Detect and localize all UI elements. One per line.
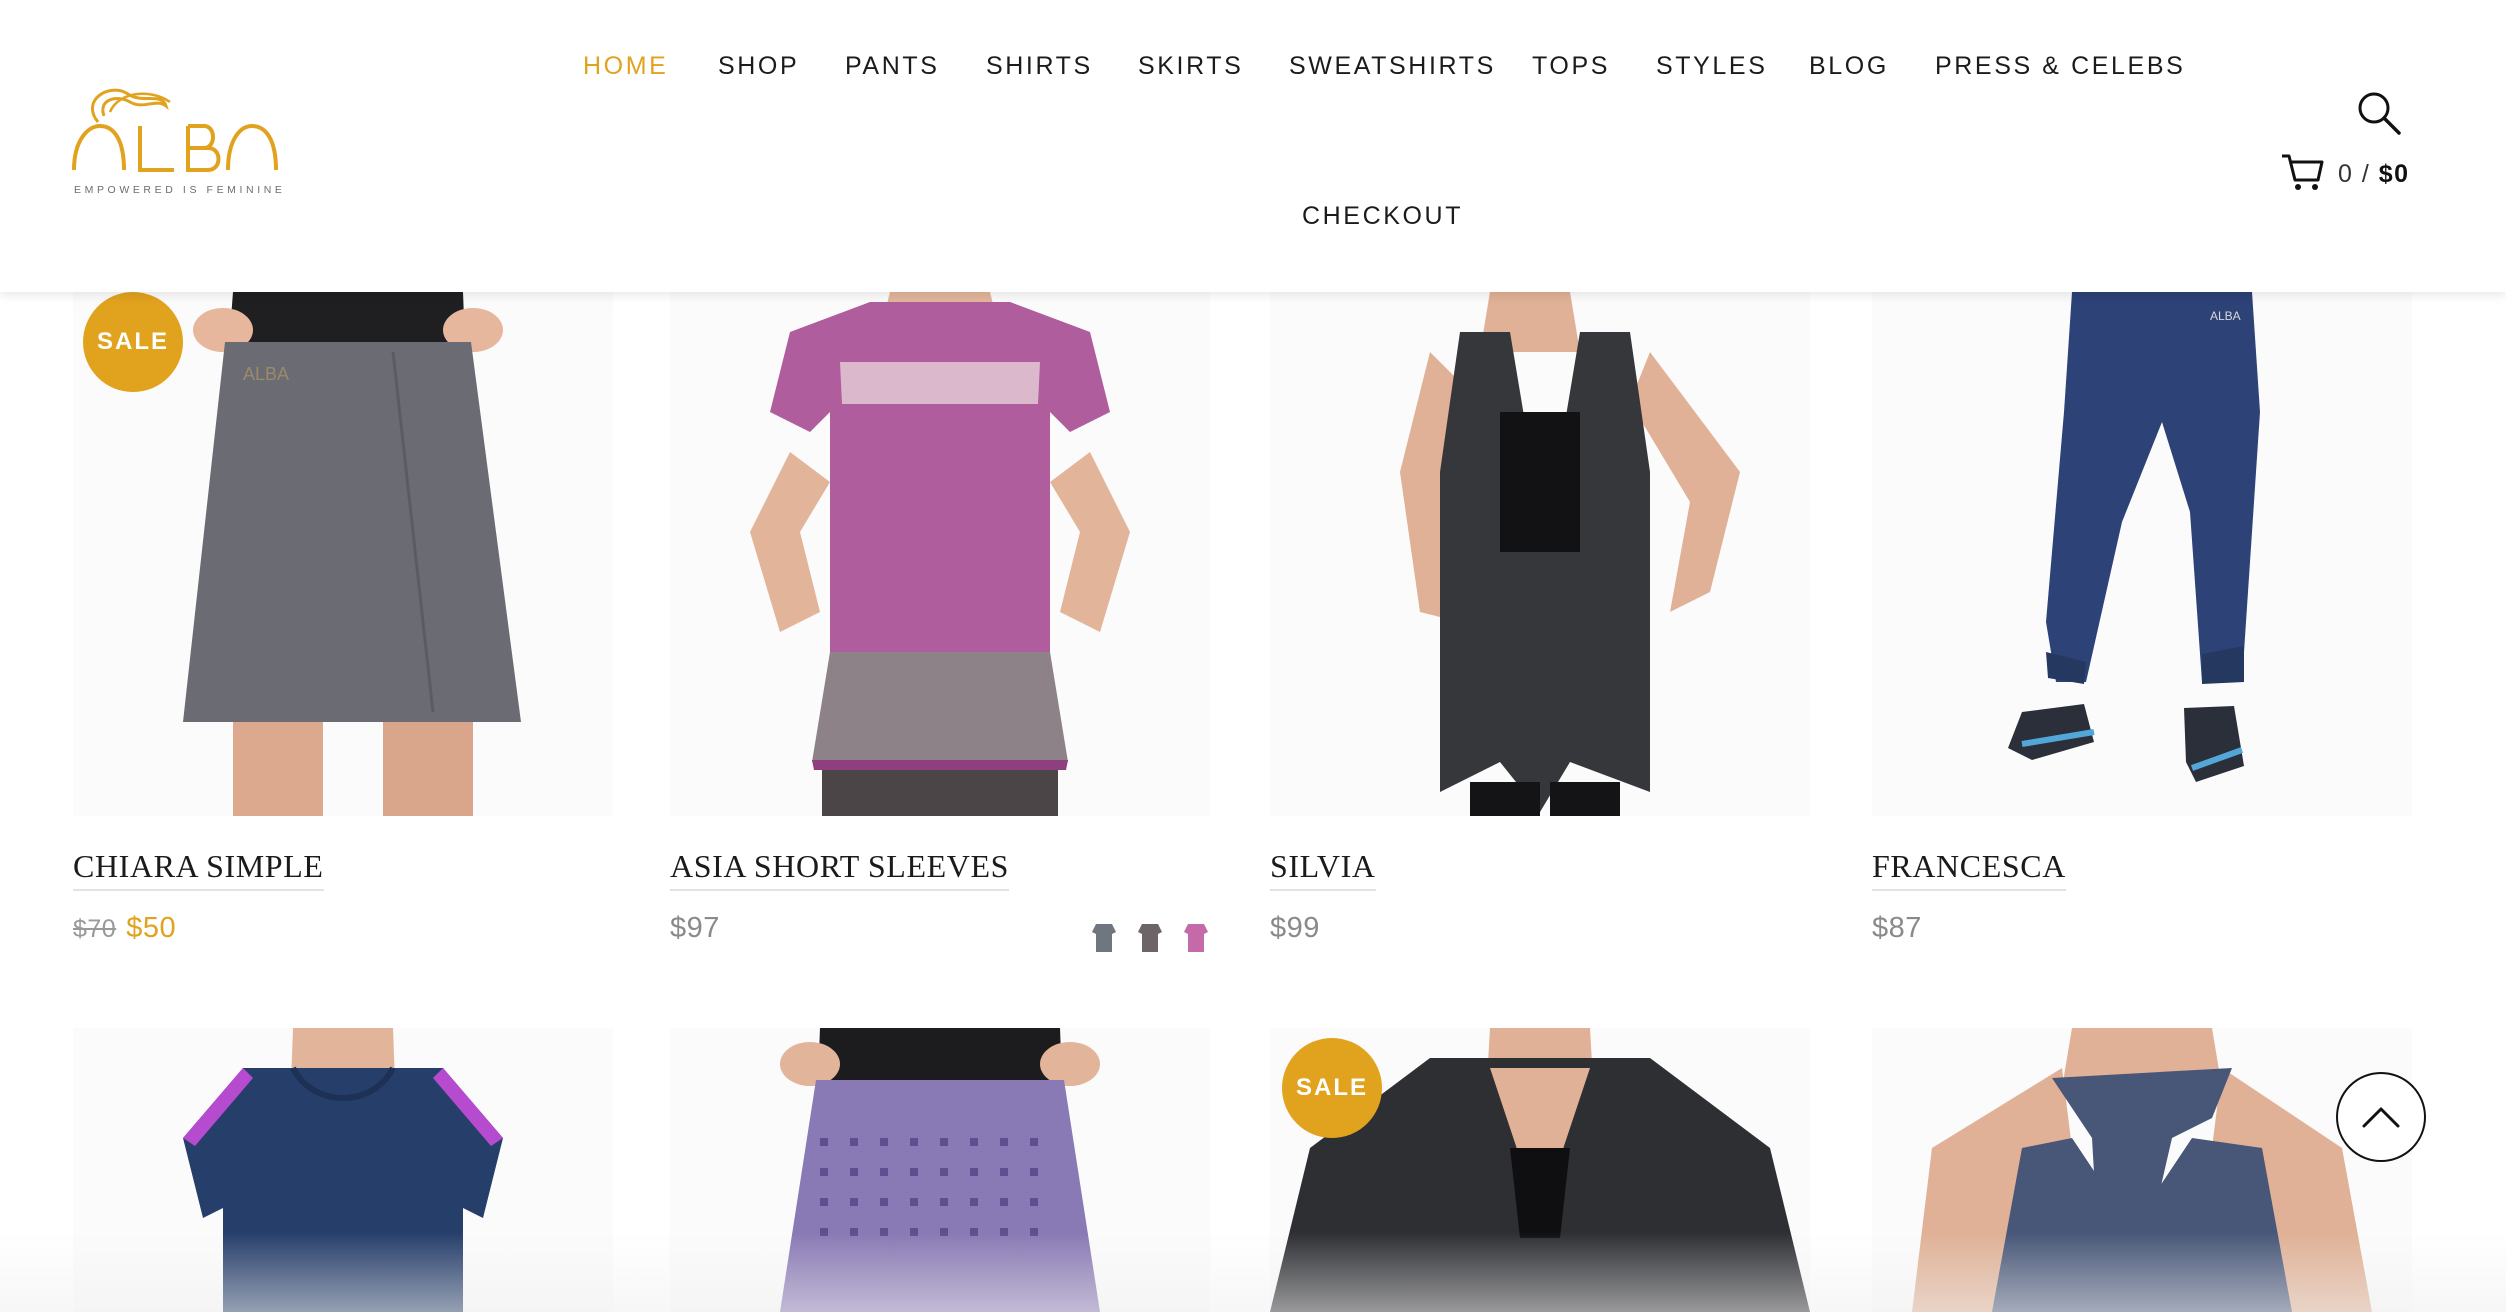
swatch-grey[interactable] <box>1090 920 1118 954</box>
sale-badge: SALE <box>83 292 183 392</box>
product-image[interactable] <box>670 292 1210 816</box>
product-price: $99 <box>1270 912 1320 944</box>
search-icon[interactable] <box>2356 90 2402 136</box>
product-card[interactable]: ASIA SHORT SLEEVES $97 <box>670 292 1210 992</box>
swatch-dark[interactable] <box>1136 920 1164 954</box>
nav-tops[interactable]: TOPS <box>1532 52 1610 81</box>
back-to-top-button[interactable] <box>2336 1072 2426 1162</box>
product-card[interactable]: SILVIA $99 <box>1270 292 1810 992</box>
product-image[interactable] <box>1270 292 1810 816</box>
product-card[interactable]: SALE <box>1270 1028 1810 1312</box>
nav-sweatshirts[interactable]: SWEATSHIRTS <box>1289 52 1496 81</box>
product-card[interactable] <box>1872 1028 2412 1312</box>
nav-press-celebs[interactable]: PRESS & CELEBS <box>1935 52 2185 81</box>
product-old-price: $70 <box>73 915 117 943</box>
brand-logo[interactable]: EMPOWERED IS FEMININE <box>70 82 290 202</box>
product-name[interactable]: ASIA SHORT SLEEVES <box>670 848 1010 891</box>
product-image[interactable] <box>73 1028 613 1312</box>
site-header: EMPOWERED IS FEMININE HOME SHOP PANTS SH… <box>0 0 2506 292</box>
product-card[interactable]: ALBA SALE CHIARA SIMPLE $70 $50 <box>73 292 613 992</box>
svg-text:ALBA: ALBA <box>243 364 289 384</box>
product-card[interactable] <box>670 1028 1210 1312</box>
product-price: $97 <box>670 912 720 944</box>
product-price: $87 <box>1872 912 1922 944</box>
nav-skirts[interactable]: SKIRTS <box>1138 52 1243 81</box>
nav-checkout[interactable]: CHECKOUT <box>1302 202 1463 231</box>
sale-badge: SALE <box>1282 1038 1382 1138</box>
product-sale-price: $50 <box>126 912 177 944</box>
cart-total: $0 <box>2378 159 2410 188</box>
product-card[interactable]: ALBA FRANCESCA $87 <box>1872 292 2412 992</box>
nav-blog[interactable]: BLOG <box>1809 52 1889 81</box>
nav-home[interactable]: HOME <box>583 52 668 81</box>
cart-icon <box>2280 152 2324 197</box>
product-name[interactable]: SILVIA <box>1270 848 1376 891</box>
swatch-pink[interactable] <box>1182 920 1210 954</box>
product-image[interactable]: ALBA <box>1872 292 2412 816</box>
brand-tagline: EMPOWERED IS FEMININE <box>74 184 286 196</box>
nav-shop[interactable]: SHOP <box>718 52 799 81</box>
product-card[interactable] <box>73 1028 613 1312</box>
cart-summary[interactable]: 0 / $0 <box>2280 152 2410 196</box>
product-image[interactable] <box>1872 1028 2412 1312</box>
product-price: $70 $50 <box>73 912 176 945</box>
nav-pants[interactable]: PANTS <box>845 52 940 81</box>
color-swatches <box>1090 920 1210 954</box>
product-name[interactable]: CHIARA SIMPLE <box>73 848 324 891</box>
chevron-up-icon <box>2362 1107 2400 1128</box>
svg-text:ALBA: ALBA <box>2210 309 2241 323</box>
product-name[interactable]: FRANCESCA <box>1872 848 2066 891</box>
nav-styles[interactable]: STYLES <box>1656 52 1767 81</box>
product-image[interactable] <box>670 1028 1210 1312</box>
cart-count: 0 / <box>2338 159 2371 188</box>
cart-text: 0 / $0 <box>2338 160 2410 189</box>
nav-shirts[interactable]: SHIRTS <box>986 52 1093 81</box>
logo-mark <box>72 88 278 172</box>
